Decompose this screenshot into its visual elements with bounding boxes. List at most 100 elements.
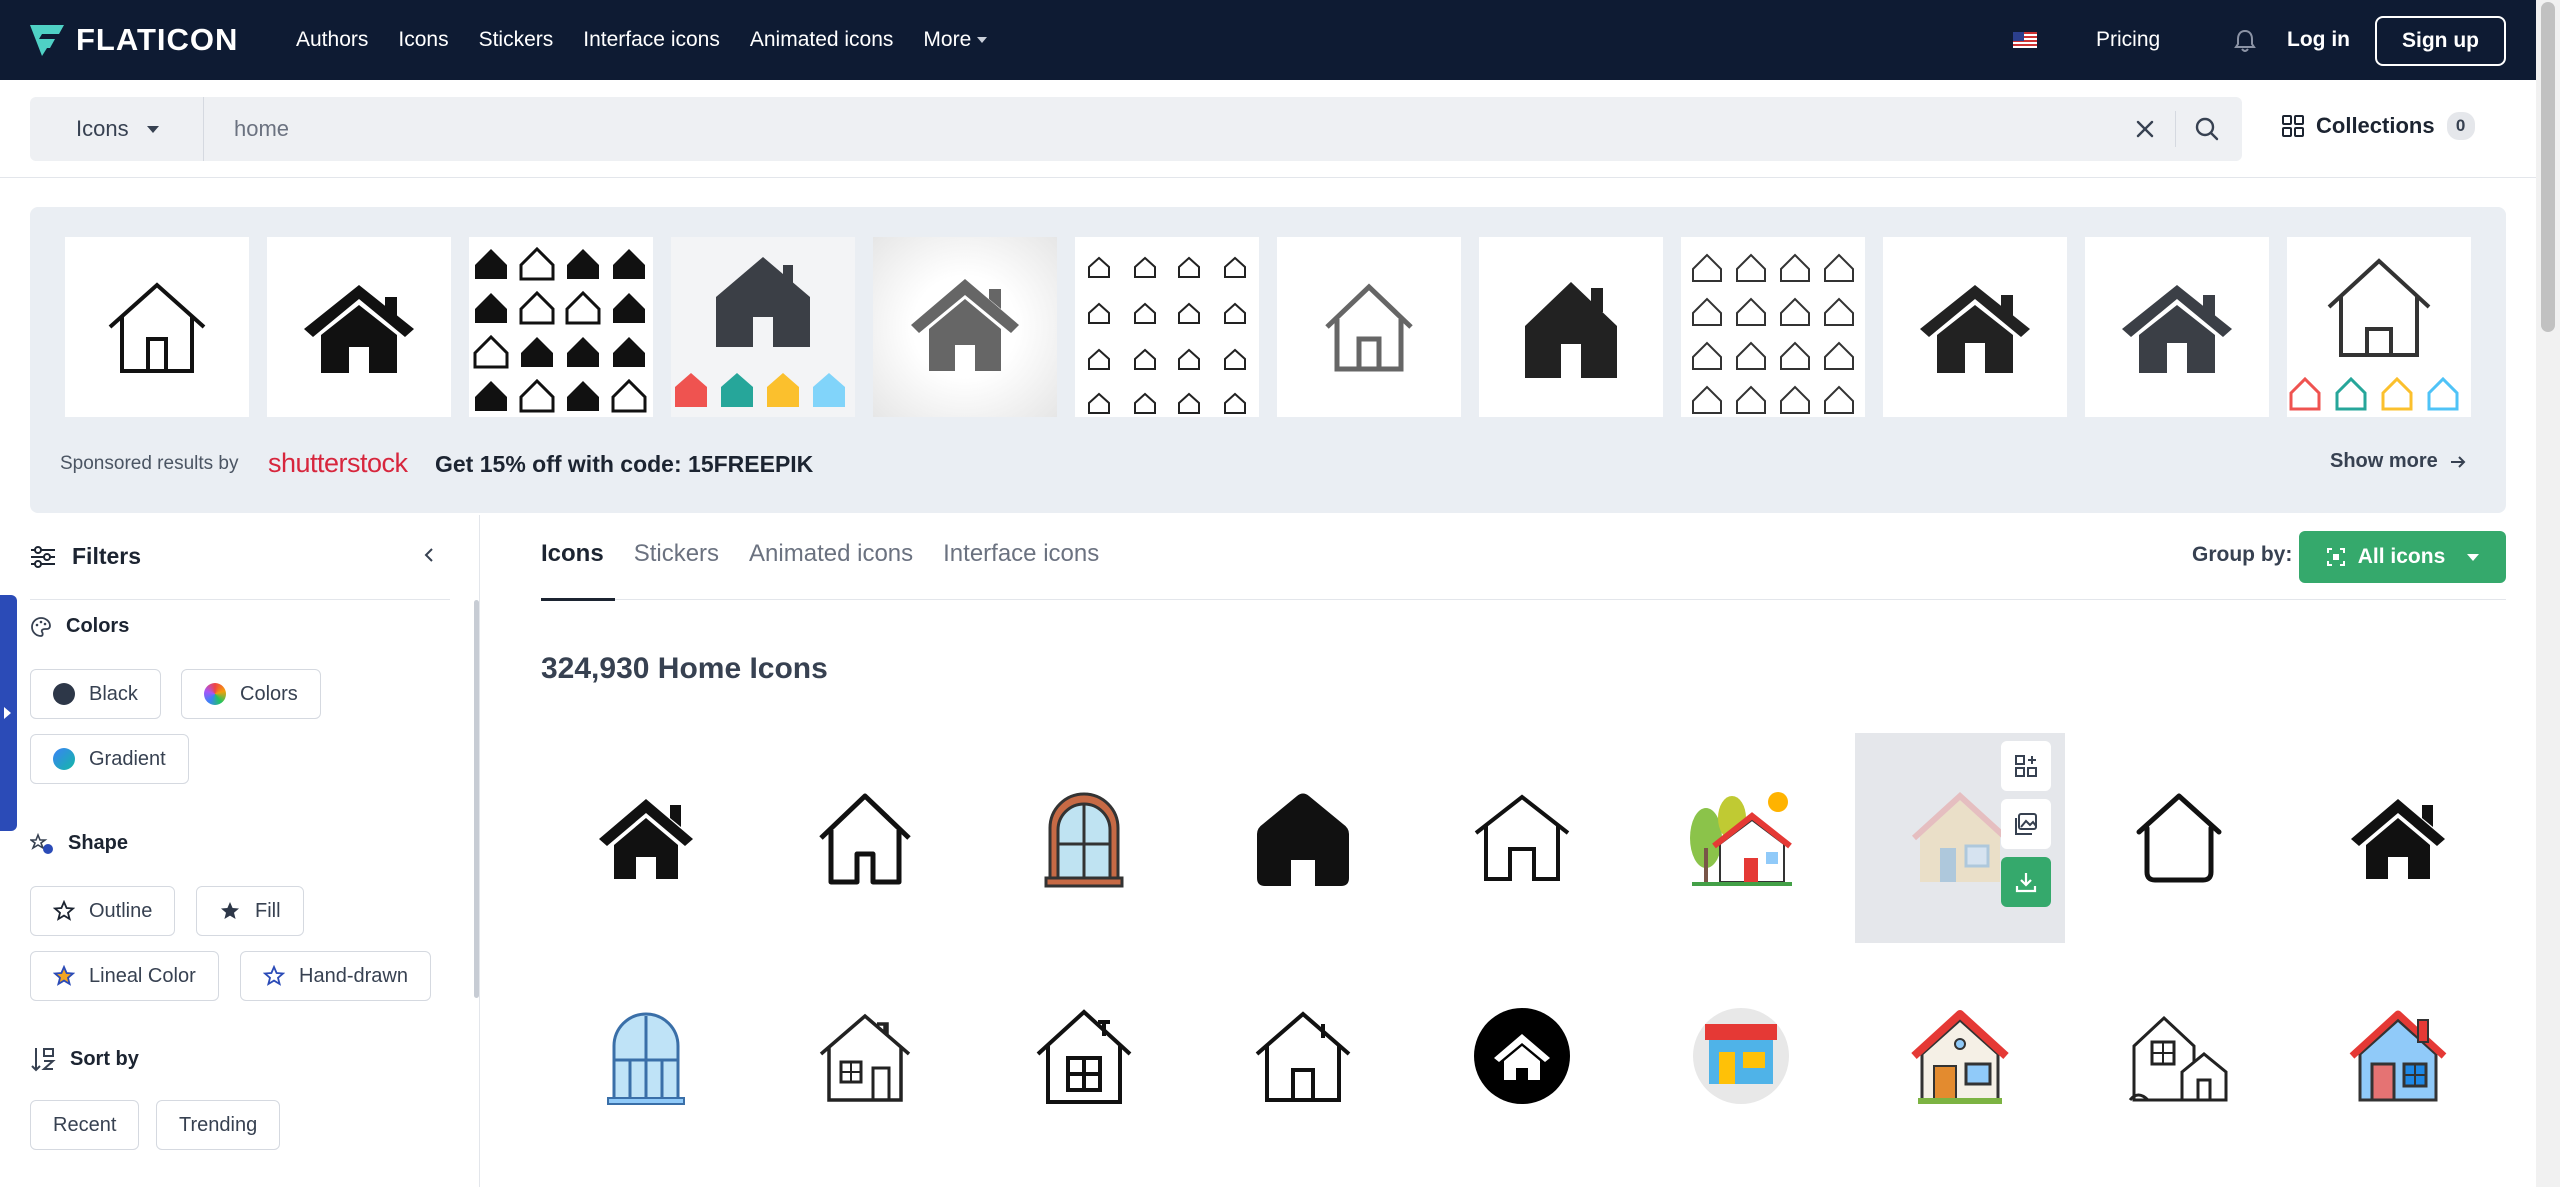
icon-result[interactable] (979, 733, 1189, 943)
icon-result[interactable] (1855, 951, 2065, 1161)
add-to-collection-button[interactable] (2001, 741, 2051, 791)
house-line-set-icon (1088, 256, 1246, 414)
sponsored-thumb[interactable] (267, 237, 451, 417)
search-icon[interactable] (2192, 114, 2222, 144)
black-swatch (53, 683, 75, 705)
star-hand-drawn-icon (263, 965, 285, 986)
sort-recent[interactable]: Recent (30, 1100, 140, 1150)
sponsored-thumb[interactable] (65, 237, 249, 417)
filter-black[interactable]: Black (30, 669, 161, 719)
image-edit-icon (2015, 813, 2037, 835)
tab-animated-icons[interactable]: Animated icons (749, 540, 913, 568)
filter-hand-drawn[interactable]: Hand-drawn (240, 951, 431, 1001)
filters-title: Filters (72, 543, 142, 569)
resource-type-value: Icons (76, 116, 129, 141)
side-drawer-toggle[interactable] (0, 595, 17, 831)
house-outline-grey-icon (1325, 283, 1413, 372)
house-circle-icon (1474, 1008, 1570, 1104)
show-more-link[interactable]: Show more (2330, 450, 2466, 473)
house-sketch-icon (819, 1013, 911, 1102)
edit-icon-button[interactable] (2001, 799, 2051, 849)
group-by-dropdown[interactable]: All icons (2299, 531, 2506, 583)
us-flag-icon[interactable] (2013, 32, 2037, 48)
shutterstock-logo[interactable]: shutterstock (268, 448, 408, 479)
resource-type-select[interactable]: Icons (30, 97, 204, 161)
chevron-left-icon[interactable] (420, 545, 440, 565)
collections-button[interactable]: Collections 0 (2282, 112, 2475, 140)
tab-stickers[interactable]: Stickers (634, 540, 719, 568)
icon-result[interactable] (1417, 733, 1627, 943)
page-scrollbar-thumb[interactable] (2541, 2, 2555, 332)
filter-colors[interactable]: Colors (181, 669, 321, 719)
icon-result[interactable] (2074, 733, 2284, 943)
icon-result[interactable] (760, 733, 970, 943)
icon-grid (541, 733, 2506, 1161)
palette-icon (31, 616, 51, 637)
gradient-swatch (53, 748, 75, 770)
sponsored-thumb[interactable] (469, 237, 653, 417)
download-button[interactable] (2001, 857, 2051, 907)
house-fill-icon (304, 285, 414, 373)
icon-result-hovered[interactable] (1855, 733, 2065, 943)
sponsored-label: Sponsored results by (60, 453, 239, 474)
icon-result[interactable] (760, 951, 970, 1161)
filter-outline-label: Outline (89, 899, 153, 922)
icon-result[interactable] (1636, 733, 1846, 943)
sponsored-thumb[interactable] (873, 237, 1057, 417)
sponsored-thumb[interactable] (1075, 237, 1259, 417)
sponsored-thumb[interactable] (1479, 237, 1663, 417)
arched-window-icon (1044, 792, 1124, 888)
flaticon-logo[interactable]: FLATICON (28, 20, 238, 60)
house-rounded-outline-icon (2136, 793, 2222, 883)
icon-result[interactable] (541, 951, 751, 1161)
login-link[interactable]: Log in (2287, 28, 2350, 52)
sidebar-scrollbar[interactable] (474, 600, 479, 998)
icon-result[interactable] (1198, 733, 1408, 943)
sponsored-thumb[interactable] (671, 237, 855, 417)
filter-gradient[interactable]: Gradient (30, 734, 189, 784)
chevron-down-icon (977, 37, 988, 43)
icon-result[interactable] (541, 733, 751, 943)
sponsored-thumb[interactable] (2287, 237, 2471, 417)
filter-black-label: Black (89, 682, 138, 705)
sort-trending[interactable]: Trending (156, 1100, 281, 1150)
search-input[interactable] (234, 113, 2034, 145)
icon-result[interactable] (2293, 951, 2503, 1161)
result-tabs: Icons Stickers Animated icons Interface … (541, 540, 1099, 568)
pricing-link[interactable]: Pricing (2096, 28, 2160, 52)
tab-interface-icons[interactable]: Interface icons (943, 540, 1099, 568)
icon-result[interactable] (1636, 951, 1846, 1161)
filter-hand-drawn-label: Hand-drawn (299, 964, 408, 987)
focus-icon (2326, 548, 2345, 566)
nav-animated-icons[interactable]: Animated icons (750, 28, 894, 52)
sponsored-thumb[interactable] (1277, 237, 1461, 417)
nav-authors[interactable]: Authors (296, 28, 368, 52)
house-solid-icon (1257, 793, 1349, 886)
nav-stickers[interactable]: Stickers (479, 28, 554, 52)
signup-button[interactable]: Sign up (2375, 16, 2506, 66)
icon-result[interactable] (2074, 951, 2284, 1161)
icon-result[interactable] (979, 951, 1189, 1161)
icon-result[interactable] (1198, 951, 1408, 1161)
icon-result[interactable] (1417, 951, 1627, 1161)
search-box: Icons (30, 97, 2242, 161)
house-fill-3-icon (2351, 799, 2445, 879)
close-icon[interactable] (2130, 114, 2160, 144)
sponsored-thumb[interactable] (1681, 237, 1865, 417)
icon-result[interactable] (2293, 733, 2503, 943)
house-lineal-color-icon (1911, 791, 2009, 882)
sponsored-thumb[interactable] (2085, 237, 2269, 417)
nav-more[interactable]: More (923, 28, 988, 52)
bell-icon[interactable] (2234, 29, 2256, 53)
filters-divider (30, 599, 450, 600)
sponsored-thumb[interactable] (1883, 237, 2067, 417)
nav-interface-icons[interactable]: Interface icons (583, 28, 720, 52)
tab-icons[interactable]: Icons (541, 540, 604, 568)
filter-lineal-color[interactable]: Lineal Color (30, 951, 219, 1001)
filter-outline[interactable]: Outline (30, 886, 176, 936)
chevron-down-icon (146, 125, 159, 133)
filters-sidebar: Filters Colors Black Colors Gradient Sha… (0, 515, 480, 1187)
main-nav: Authors Icons Stickers Interface icons A… (296, 0, 1017, 80)
nav-icons[interactable]: Icons (398, 28, 448, 52)
filter-fill[interactable]: Fill (196, 886, 304, 936)
